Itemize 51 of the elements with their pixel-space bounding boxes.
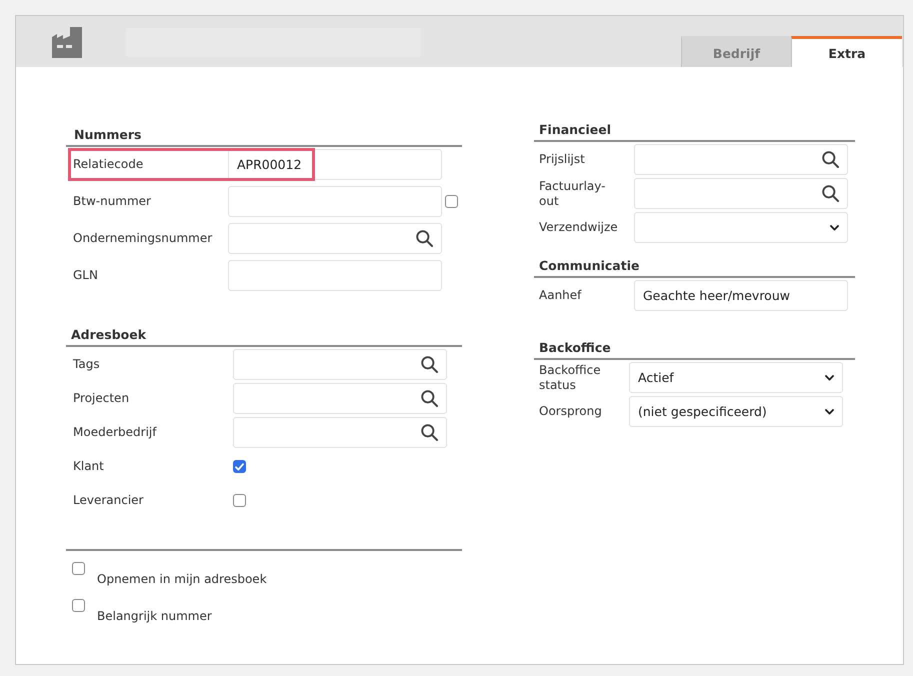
checkbox[interactable] [72, 562, 85, 575]
section-heading: Backoffice [534, 340, 855, 360]
field-label: Btw-nummer [73, 194, 152, 209]
checkbox[interactable] [72, 599, 85, 612]
checkbox[interactable] [445, 195, 458, 208]
search-icon[interactable] [822, 151, 839, 168]
field-label: Verzendwijze [539, 220, 619, 235]
checkbox[interactable] [233, 460, 246, 473]
field-label: Aanhef [539, 288, 583, 303]
field-label: Leverancier [73, 493, 144, 508]
search-field[interactable] [228, 223, 442, 254]
chevron-down-icon [830, 224, 839, 230]
tab[interactable]: Extra [791, 36, 902, 67]
field-label: Projecten [73, 391, 130, 406]
field-label: Moederbedrijf [73, 425, 158, 440]
checkbox[interactable] [233, 494, 246, 507]
field-label: Tags [73, 357, 101, 372]
select-field[interactable]: Actief [629, 362, 843, 393]
field-label: Oorsprong [539, 404, 603, 419]
field-label: GLN [73, 268, 99, 283]
field-label: Relatiecode [73, 157, 144, 172]
factory-icon [52, 27, 82, 58]
search-icon[interactable] [822, 185, 839, 202]
section-heading: Communicatie [534, 258, 855, 278]
search-field[interactable] [634, 144, 848, 175]
chevron-down-icon [825, 374, 834, 380]
field-label: Klant [73, 459, 105, 474]
text-field[interactable] [228, 260, 442, 291]
text-field[interactable] [228, 186, 442, 217]
search-field[interactable] [233, 417, 447, 448]
section-heading: Financieel [534, 122, 855, 142]
search-field[interactable] [634, 178, 848, 209]
field-label: Prijslijst [539, 152, 586, 167]
option-label: Opnemen in mijn adresboek [97, 571, 268, 587]
search-field[interactable] [233, 349, 447, 380]
search-icon[interactable] [416, 230, 433, 247]
field-label: Backoffice status [539, 362, 602, 392]
search-icon[interactable] [421, 390, 438, 407]
field-label: Factuurlay-out [539, 178, 607, 208]
search-field[interactable] [233, 383, 447, 414]
field-label: Ondernemingsnummer [73, 231, 214, 246]
search-icon[interactable] [421, 424, 438, 441]
text-field[interactable]: Geachte heer/mevrouw [634, 280, 848, 311]
select-field[interactable] [634, 212, 848, 243]
section-heading: Adresboek [66, 327, 462, 347]
select-field[interactable]: (niet gespecificeerd) [629, 396, 843, 427]
chevron-down-icon [825, 408, 834, 414]
text-field[interactable]: APR00012 [228, 149, 442, 180]
option-label: Belangrijk nummer [97, 608, 213, 624]
search-icon[interactable] [421, 356, 438, 373]
section-heading: Nummers [66, 127, 462, 147]
